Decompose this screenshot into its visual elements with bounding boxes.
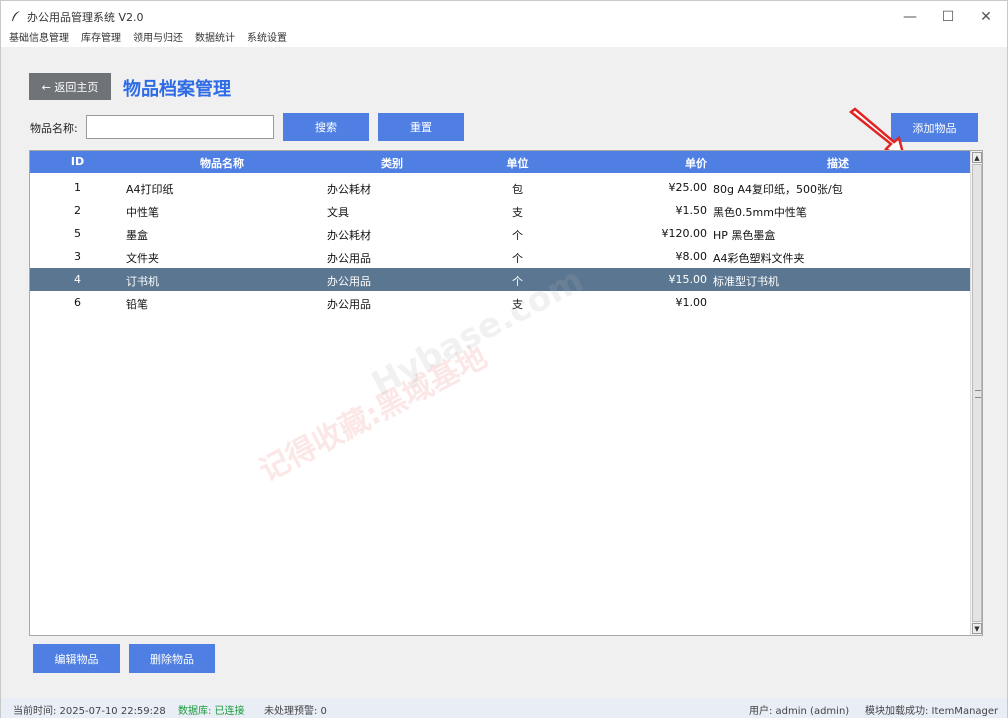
- item-name-label: 物品名称:: [30, 122, 78, 135]
- cell-price: ¥1.00: [675, 296, 708, 309]
- cell-price: ¥1.50: [675, 204, 708, 217]
- reset-button[interactable]: 重置: [378, 113, 464, 141]
- cell-unit: 包: [512, 183, 523, 196]
- status-time: 当前时间: 2025-07-10 22:59:28: [13, 706, 166, 717]
- cell-id: 4: [74, 273, 81, 286]
- edit-item-button[interactable]: 编辑物品: [33, 644, 120, 673]
- vertical-scrollbar[interactable]: ▲ ▼: [970, 151, 982, 635]
- cell-description: HP 黑色墨盒: [713, 229, 776, 242]
- main-content: ← 返回主页 物品档案管理 物品名称: 搜索 重置 添加物品 ID 物品名称 类…: [1, 47, 1007, 698]
- scrollbar-thumb[interactable]: [972, 164, 982, 622]
- table-row-selected[interactable]: 4 订书机 办公用品 个 ¥15.00 标准型订书机: [30, 268, 970, 291]
- cell-category: 办公用品: [327, 252, 371, 265]
- grip-icon: [975, 390, 981, 398]
- cell-name: A4打印纸: [126, 183, 174, 196]
- cell-unit: 个: [512, 252, 523, 265]
- menu-bar: 基础信息管理 库存管理 领用与归还 数据统计 系统设置: [1, 32, 1007, 47]
- cell-name: 墨盒: [126, 229, 148, 242]
- window-title: 办公用品管理系统 V2.0: [27, 11, 144, 24]
- cell-price: ¥15.00: [668, 273, 708, 286]
- column-header-description[interactable]: 描述: [713, 155, 963, 171]
- table-row[interactable]: 3 文件夹 办公用品 个 ¥8.00 A4彩色塑料文件夹: [30, 245, 970, 268]
- column-header-unit[interactable]: 单位: [470, 155, 565, 171]
- menu-item-settings[interactable]: 系统设置: [247, 32, 287, 46]
- cell-price: ¥25.00: [668, 181, 708, 194]
- menu-item-statistics[interactable]: 数据统计: [195, 32, 235, 46]
- cell-id: 2: [74, 204, 81, 217]
- scroll-down-icon[interactable]: ▼: [972, 623, 982, 634]
- items-table: ID 物品名称 类别 单位 单价 描述 1 A4打印纸 办公耗材 包 ¥25.0…: [29, 150, 983, 636]
- cell-category: 办公耗材: [327, 183, 371, 196]
- cell-name: 订书机: [126, 275, 159, 288]
- menu-item-borrow-return[interactable]: 领用与归还: [133, 32, 183, 46]
- feather-icon: [12, 11, 20, 21]
- cell-name: 中性笔: [126, 206, 159, 219]
- cell-description: A4彩色塑料文件夹: [713, 252, 805, 265]
- cell-name: 文件夹: [126, 252, 159, 265]
- cell-price: ¥8.00: [675, 250, 708, 263]
- table-header: ID 物品名称 类别 单位 单价 描述: [30, 151, 970, 173]
- column-header-category[interactable]: 类别: [327, 155, 457, 171]
- table-row[interactable]: 5 墨盒 办公耗材 个 ¥120.00 HP 黑色墨盒: [30, 222, 970, 245]
- item-name-search-input[interactable]: [86, 115, 274, 139]
- cell-id: 6: [74, 296, 81, 309]
- cell-category: 办公用品: [327, 298, 371, 311]
- cell-name: 铅笔: [126, 298, 148, 311]
- status-database: 数据库: 已连接: [178, 706, 245, 717]
- cell-unit: 支: [512, 298, 523, 311]
- watermark-text: 记得收藏:黑域基地: [253, 339, 493, 489]
- cell-category: 办公用品: [327, 275, 371, 288]
- cell-price: ¥120.00: [661, 227, 708, 240]
- status-bar: 当前时间: 2025-07-10 22:59:28 数据库: 已连接 未处理预警…: [1, 698, 1007, 718]
- cell-description: 80g A4复印纸，500张/包: [713, 183, 843, 196]
- status-alerts: 未处理预警: 0: [264, 706, 327, 717]
- close-button[interactable]: ✕: [963, 1, 1008, 32]
- cell-unit: 个: [512, 229, 523, 242]
- column-header-name[interactable]: 物品名称: [126, 155, 318, 171]
- column-header-id[interactable]: ID: [30, 155, 125, 168]
- cell-id: 3: [74, 250, 81, 263]
- cell-description: 标准型订书机: [713, 275, 779, 288]
- cell-category: 文具: [327, 206, 349, 219]
- cell-unit: 支: [512, 206, 523, 219]
- page-title: 物品档案管理: [123, 79, 231, 100]
- menu-item-basic-info[interactable]: 基础信息管理: [9, 32, 69, 46]
- cell-description: 黑色0.5mm中性笔: [713, 206, 807, 219]
- cell-unit: 个: [512, 275, 523, 288]
- table-row[interactable]: 1 A4打印纸 办公耗材 包 ¥25.00 80g A4复印纸，500张/包: [30, 176, 970, 199]
- status-user: 用户: admin (admin): [749, 706, 850, 717]
- app-window: 办公用品管理系统 V2.0 — ☐ ✕ 基础信息管理 库存管理 领用与归还 数据…: [0, 0, 1008, 718]
- column-header-price[interactable]: 单价: [590, 155, 707, 171]
- title-bar: 办公用品管理系统 V2.0 — ☐ ✕: [1, 1, 1007, 32]
- delete-item-button[interactable]: 删除物品: [129, 644, 215, 673]
- status-module: 模块加载成功: ItemManager: [865, 706, 999, 717]
- search-button[interactable]: 搜索: [283, 113, 369, 141]
- table-row[interactable]: 6 铅笔 办公用品 支 ¥1.00: [30, 291, 970, 314]
- menu-item-inventory[interactable]: 库存管理: [81, 32, 121, 46]
- cell-id: 5: [74, 227, 81, 240]
- cell-id: 1: [74, 181, 81, 194]
- table-row[interactable]: 2 中性笔 文具 支 ¥1.50 黑色0.5mm中性笔: [30, 199, 970, 222]
- scroll-up-icon[interactable]: ▲: [972, 152, 982, 163]
- back-home-button[interactable]: ← 返回主页: [29, 73, 111, 100]
- cell-category: 办公耗材: [327, 229, 371, 242]
